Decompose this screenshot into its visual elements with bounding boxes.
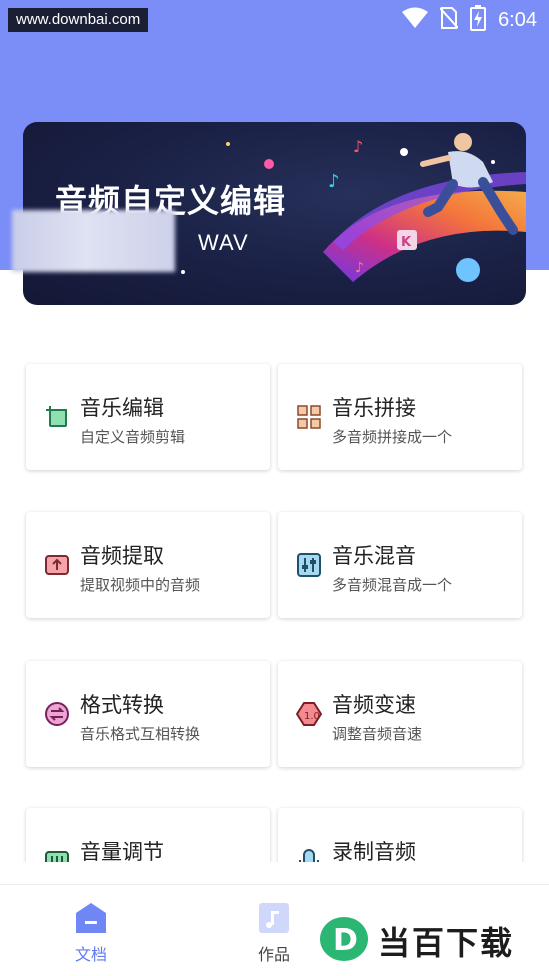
feature-card-record-audio[interactable]: 录制音频	[278, 808, 522, 862]
battery-charging-icon	[470, 5, 487, 35]
svg-text:♪: ♪	[328, 171, 340, 192]
blurred-overlay	[12, 210, 175, 272]
feature-title: 音乐拼接	[332, 396, 416, 420]
document-icon	[74, 901, 108, 935]
crop-icon	[44, 404, 70, 430]
site-watermark: www.downbai.com	[8, 8, 149, 32]
nav-label: 作品	[257, 945, 290, 964]
brand-logo-icon: D	[320, 917, 368, 961]
music-note-icon	[257, 901, 291, 935]
feature-desc: 多音频拼接成一个	[332, 428, 453, 446]
feature-card-format-convert[interactable]: 格式转换 音乐格式互相转换	[26, 661, 270, 767]
feature-desc: 调整音频音速	[332, 725, 423, 743]
feature-card-audio-extract[interactable]: 音频提取 提取视频中的音频	[26, 512, 270, 618]
brand-text: 当百下载	[378, 924, 515, 962]
extract-icon	[44, 552, 70, 578]
status-bar: www.downbai.com 6:04	[0, 0, 549, 40]
svg-text:♪: ♪	[353, 137, 363, 156]
svg-text:1.0: 1.0	[304, 711, 320, 722]
feature-title: 音乐编辑	[80, 396, 164, 420]
feature-card-audio-speed[interactable]: 1.0 音频变速 调整音频音速	[278, 661, 522, 767]
status-icons: 6:04	[402, 5, 537, 35]
feature-title: 音乐混音	[332, 544, 416, 568]
clock: 6:04	[498, 8, 537, 31]
convert-icon	[44, 701, 70, 727]
speed-icon: 1.0	[295, 701, 323, 727]
no-sim-icon	[439, 6, 459, 34]
svg-text:D: D	[333, 923, 358, 958]
volume-icon	[44, 848, 70, 862]
mic-icon	[296, 848, 322, 862]
nav-tab-works[interactable]: 作品	[214, 885, 334, 976]
feature-title: 录制音频	[332, 840, 416, 862]
nav-label: 文档	[74, 945, 107, 964]
feature-card-volume[interactable]: 音量调节	[26, 808, 270, 862]
feature-title: 音频变速	[332, 693, 416, 717]
scroll-clip-region: 音量调节 录制音频	[0, 800, 549, 862]
grid-merge-icon	[296, 404, 322, 430]
nav-tab-documents[interactable]: 文档	[31, 885, 151, 976]
feature-card-music-mix[interactable]: 音乐混音 多音频混音成一个	[278, 512, 522, 618]
feature-desc: 多音频混音成一个	[332, 576, 453, 594]
feature-desc: 自定义音频剪辑	[80, 428, 186, 446]
svg-text:K: K	[401, 235, 412, 250]
feature-card-music-merge[interactable]: 音乐拼接 多音频拼接成一个	[278, 364, 522, 470]
feature-desc: 提取视频中的音频	[80, 576, 201, 594]
feature-title: 格式转换	[80, 693, 164, 717]
feature-desc: 音乐格式互相转换	[80, 725, 201, 743]
feature-title: 音量调节	[80, 840, 164, 862]
feature-card-music-edit[interactable]: 音乐编辑 自定义音频剪辑	[26, 364, 270, 470]
mixer-icon	[296, 552, 322, 578]
svg-text:♪: ♪	[355, 260, 364, 276]
banner-subtitle: WAV	[198, 230, 249, 255]
brand-watermark: D 当百下载	[318, 912, 540, 966]
wifi-icon	[402, 7, 429, 33]
feature-title: 音频提取	[80, 544, 164, 568]
